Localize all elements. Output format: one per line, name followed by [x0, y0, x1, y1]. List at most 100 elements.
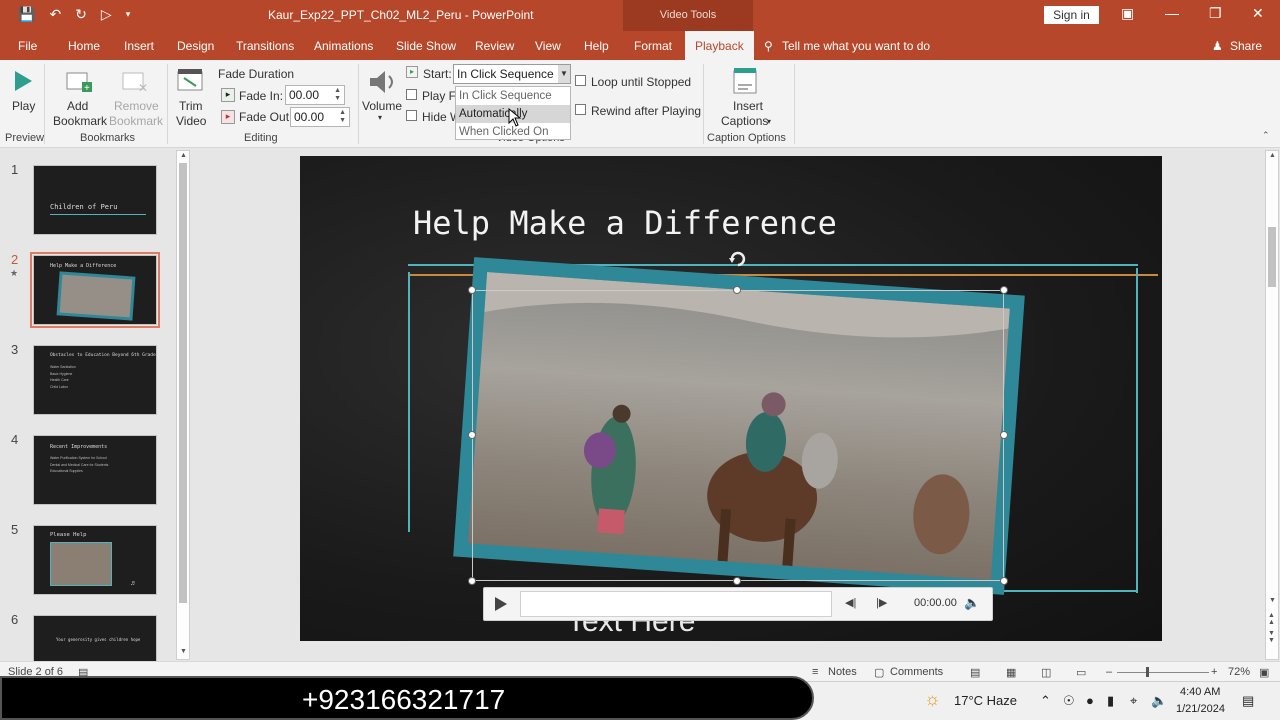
media-progress-track[interactable] [520, 591, 832, 617]
previous-slide-icon[interactable]: ▲ ▲ [1268, 612, 1275, 626]
fade-in-input[interactable]: 00.00 ▲ ▼ [285, 85, 345, 105]
tab-format[interactable]: Format [634, 39, 672, 53]
zoom-out-icon[interactable]: – [1106, 666, 1112, 678]
slide-thumbnail-3[interactable]: Obstacles to Education Beyond 6th Grade … [33, 345, 157, 415]
slide-scrollbar[interactable]: ▲ ▼ ▲ ▲ ▼ ▼ [1265, 150, 1279, 660]
minimize-icon[interactable]: — [1165, 5, 1179, 21]
comments-button[interactable]: Comments [890, 666, 943, 678]
microphone-icon[interactable]: ● [1086, 693, 1094, 708]
zoom-in-icon[interactable]: + [1211, 666, 1217, 678]
tab-slide-show[interactable]: Slide Show [396, 39, 456, 53]
tab-playback[interactable]: Playback [685, 31, 754, 60]
zoom-slider[interactable] [1117, 672, 1209, 673]
slide-thumbnail-2[interactable]: Help Make a Difference [30, 252, 160, 328]
tell-me-search[interactable]: Tell me what you want to do [782, 39, 930, 53]
start-select[interactable]: In Click Sequence ▼ [453, 64, 571, 84]
tab-help[interactable]: Help [584, 39, 609, 53]
notifications-icon[interactable]: ▤ [1242, 693, 1254, 709]
play-icon[interactable] [493, 596, 509, 612]
save-icon[interactable]: 💾 [18, 6, 35, 23]
next-slide-icon[interactable]: ▼ ▼ [1268, 630, 1275, 644]
option-in-click-sequence[interactable]: In Click Sequence [456, 87, 570, 105]
tab-view[interactable]: View [535, 39, 561, 53]
scroll-thumb[interactable] [179, 163, 187, 603]
share-button[interactable]: Share [1230, 39, 1262, 53]
zoom-slider-thumb[interactable] [1146, 667, 1149, 677]
add-bookmark-icon[interactable]: + [64, 68, 94, 96]
scroll-up-icon[interactable]: ▲ [1269, 152, 1276, 159]
close-icon[interactable]: ✕ [1252, 5, 1264, 22]
undo-icon[interactable]: ↶ [49, 6, 61, 23]
redo-icon[interactable]: ↻ [75, 6, 87, 23]
add-bookmark-label[interactable]: Add [67, 99, 88, 113]
meet-icon[interactable]: ☉ [1063, 693, 1075, 709]
tab-design[interactable]: Design [177, 39, 214, 53]
scroll-down-icon[interactable]: ▼ [180, 648, 187, 655]
fade-out-input[interactable]: 00.00 ▲ ▼ [290, 107, 350, 127]
slide-thumbnail-4[interactable]: Recent Improvements Water Purification S… [33, 435, 157, 505]
reading-view-icon[interactable]: ◫ [1041, 666, 1051, 679]
normal-view-icon[interactable]: ▤ [970, 666, 980, 679]
step-back-icon[interactable]: ◀| [845, 596, 856, 609]
resize-handle[interactable] [733, 577, 741, 585]
insert-captions-label[interactable]: Insert [733, 99, 763, 113]
comments-icon[interactable]: ▢ [874, 666, 884, 679]
resize-handle[interactable] [468, 286, 476, 294]
slide-title[interactable]: Help Make a Difference [413, 204, 837, 242]
rewind-label[interactable]: Rewind after Playing [591, 104, 701, 118]
chevron-down-icon[interactable]: ▼ [558, 65, 570, 83]
zoom-level[interactable]: 72% [1228, 666, 1250, 678]
slide-thumbnail-6[interactable]: Your generosity gives children hope [33, 615, 157, 661]
wifi-icon[interactable]: ⌖ [1130, 693, 1137, 709]
customize-qat-icon[interactable]: ▾ [126, 9, 131, 20]
resize-handle[interactable] [733, 286, 741, 294]
collapse-ribbon-icon[interactable]: ⌃ [1262, 130, 1270, 141]
tab-animations[interactable]: Animations [314, 39, 373, 53]
scroll-down-icon[interactable]: ▼ [1269, 597, 1276, 604]
resize-handle[interactable] [1000, 286, 1008, 294]
volume-icon[interactable] [366, 68, 398, 96]
loop-label[interactable]: Loop until Stopped [591, 75, 691, 89]
fit-to-window-icon[interactable]: ▣ [1259, 666, 1269, 679]
loop-checkbox[interactable] [575, 75, 586, 86]
mute-icon[interactable]: 🔈 [964, 595, 980, 611]
volume-label[interactable]: Volume [362, 99, 402, 113]
notes-icon[interactable]: ≡ [812, 666, 818, 678]
share-icon[interactable]: ♟ [1212, 39, 1223, 53]
tab-transitions[interactable]: Transitions [236, 39, 294, 53]
sign-in-button[interactable]: Sign in [1044, 6, 1099, 24]
trim-video-icon[interactable] [175, 66, 205, 96]
show-hidden-icons-icon[interactable]: ⌃ [1040, 693, 1051, 709]
tab-file[interactable]: File [18, 39, 37, 53]
clock-date[interactable]: 1/21/2024 [1176, 703, 1225, 715]
notes-button[interactable]: Notes [828, 666, 857, 678]
slide-show-icon[interactable]: ▭ [1076, 666, 1086, 679]
resize-handle[interactable] [1000, 431, 1008, 439]
tab-review[interactable]: Review [475, 39, 514, 53]
clock-time[interactable]: 4:40 AM [1180, 686, 1220, 698]
rotate-handle-icon[interactable] [728, 249, 748, 269]
scroll-thumb[interactable] [1268, 227, 1276, 287]
play-button[interactable]: Play [12, 99, 35, 113]
slide-thumbnail-1[interactable]: Children of Peru [33, 165, 157, 235]
tab-home[interactable]: Home [68, 39, 100, 53]
thumbnails-scrollbar[interactable]: ▲ ▼ [176, 150, 190, 660]
trim-label[interactable]: Trim [179, 99, 203, 113]
hide-while-not-playing-checkbox[interactable] [406, 110, 417, 121]
step-forward-icon[interactable]: |▶ [876, 596, 887, 609]
insert-captions-label-2[interactable]: Captions [721, 114, 768, 128]
slide-thumbnail-5[interactable]: Please Help ♬ [33, 525, 157, 595]
ribbon-display-icon[interactable]: ▣ [1121, 5, 1134, 22]
play-icon[interactable] [12, 69, 34, 93]
captions-dropdown-icon[interactable]: ▾ [767, 117, 771, 126]
rewind-checkbox[interactable] [575, 104, 586, 115]
weather-text[interactable]: 17°C Haze [954, 693, 1017, 708]
start-from-beginning-icon[interactable]: ▷ [101, 6, 112, 23]
resize-handle[interactable] [468, 577, 476, 585]
insert-captions-icon[interactable] [731, 65, 761, 97]
tab-insert[interactable]: Insert [124, 39, 154, 53]
battery-icon[interactable]: ▮ [1107, 693, 1114, 709]
volume-icon[interactable]: 🔈 [1151, 693, 1167, 709]
resize-handle[interactable] [468, 431, 476, 439]
volume-dropdown-icon[interactable]: ▾ [378, 113, 382, 122]
